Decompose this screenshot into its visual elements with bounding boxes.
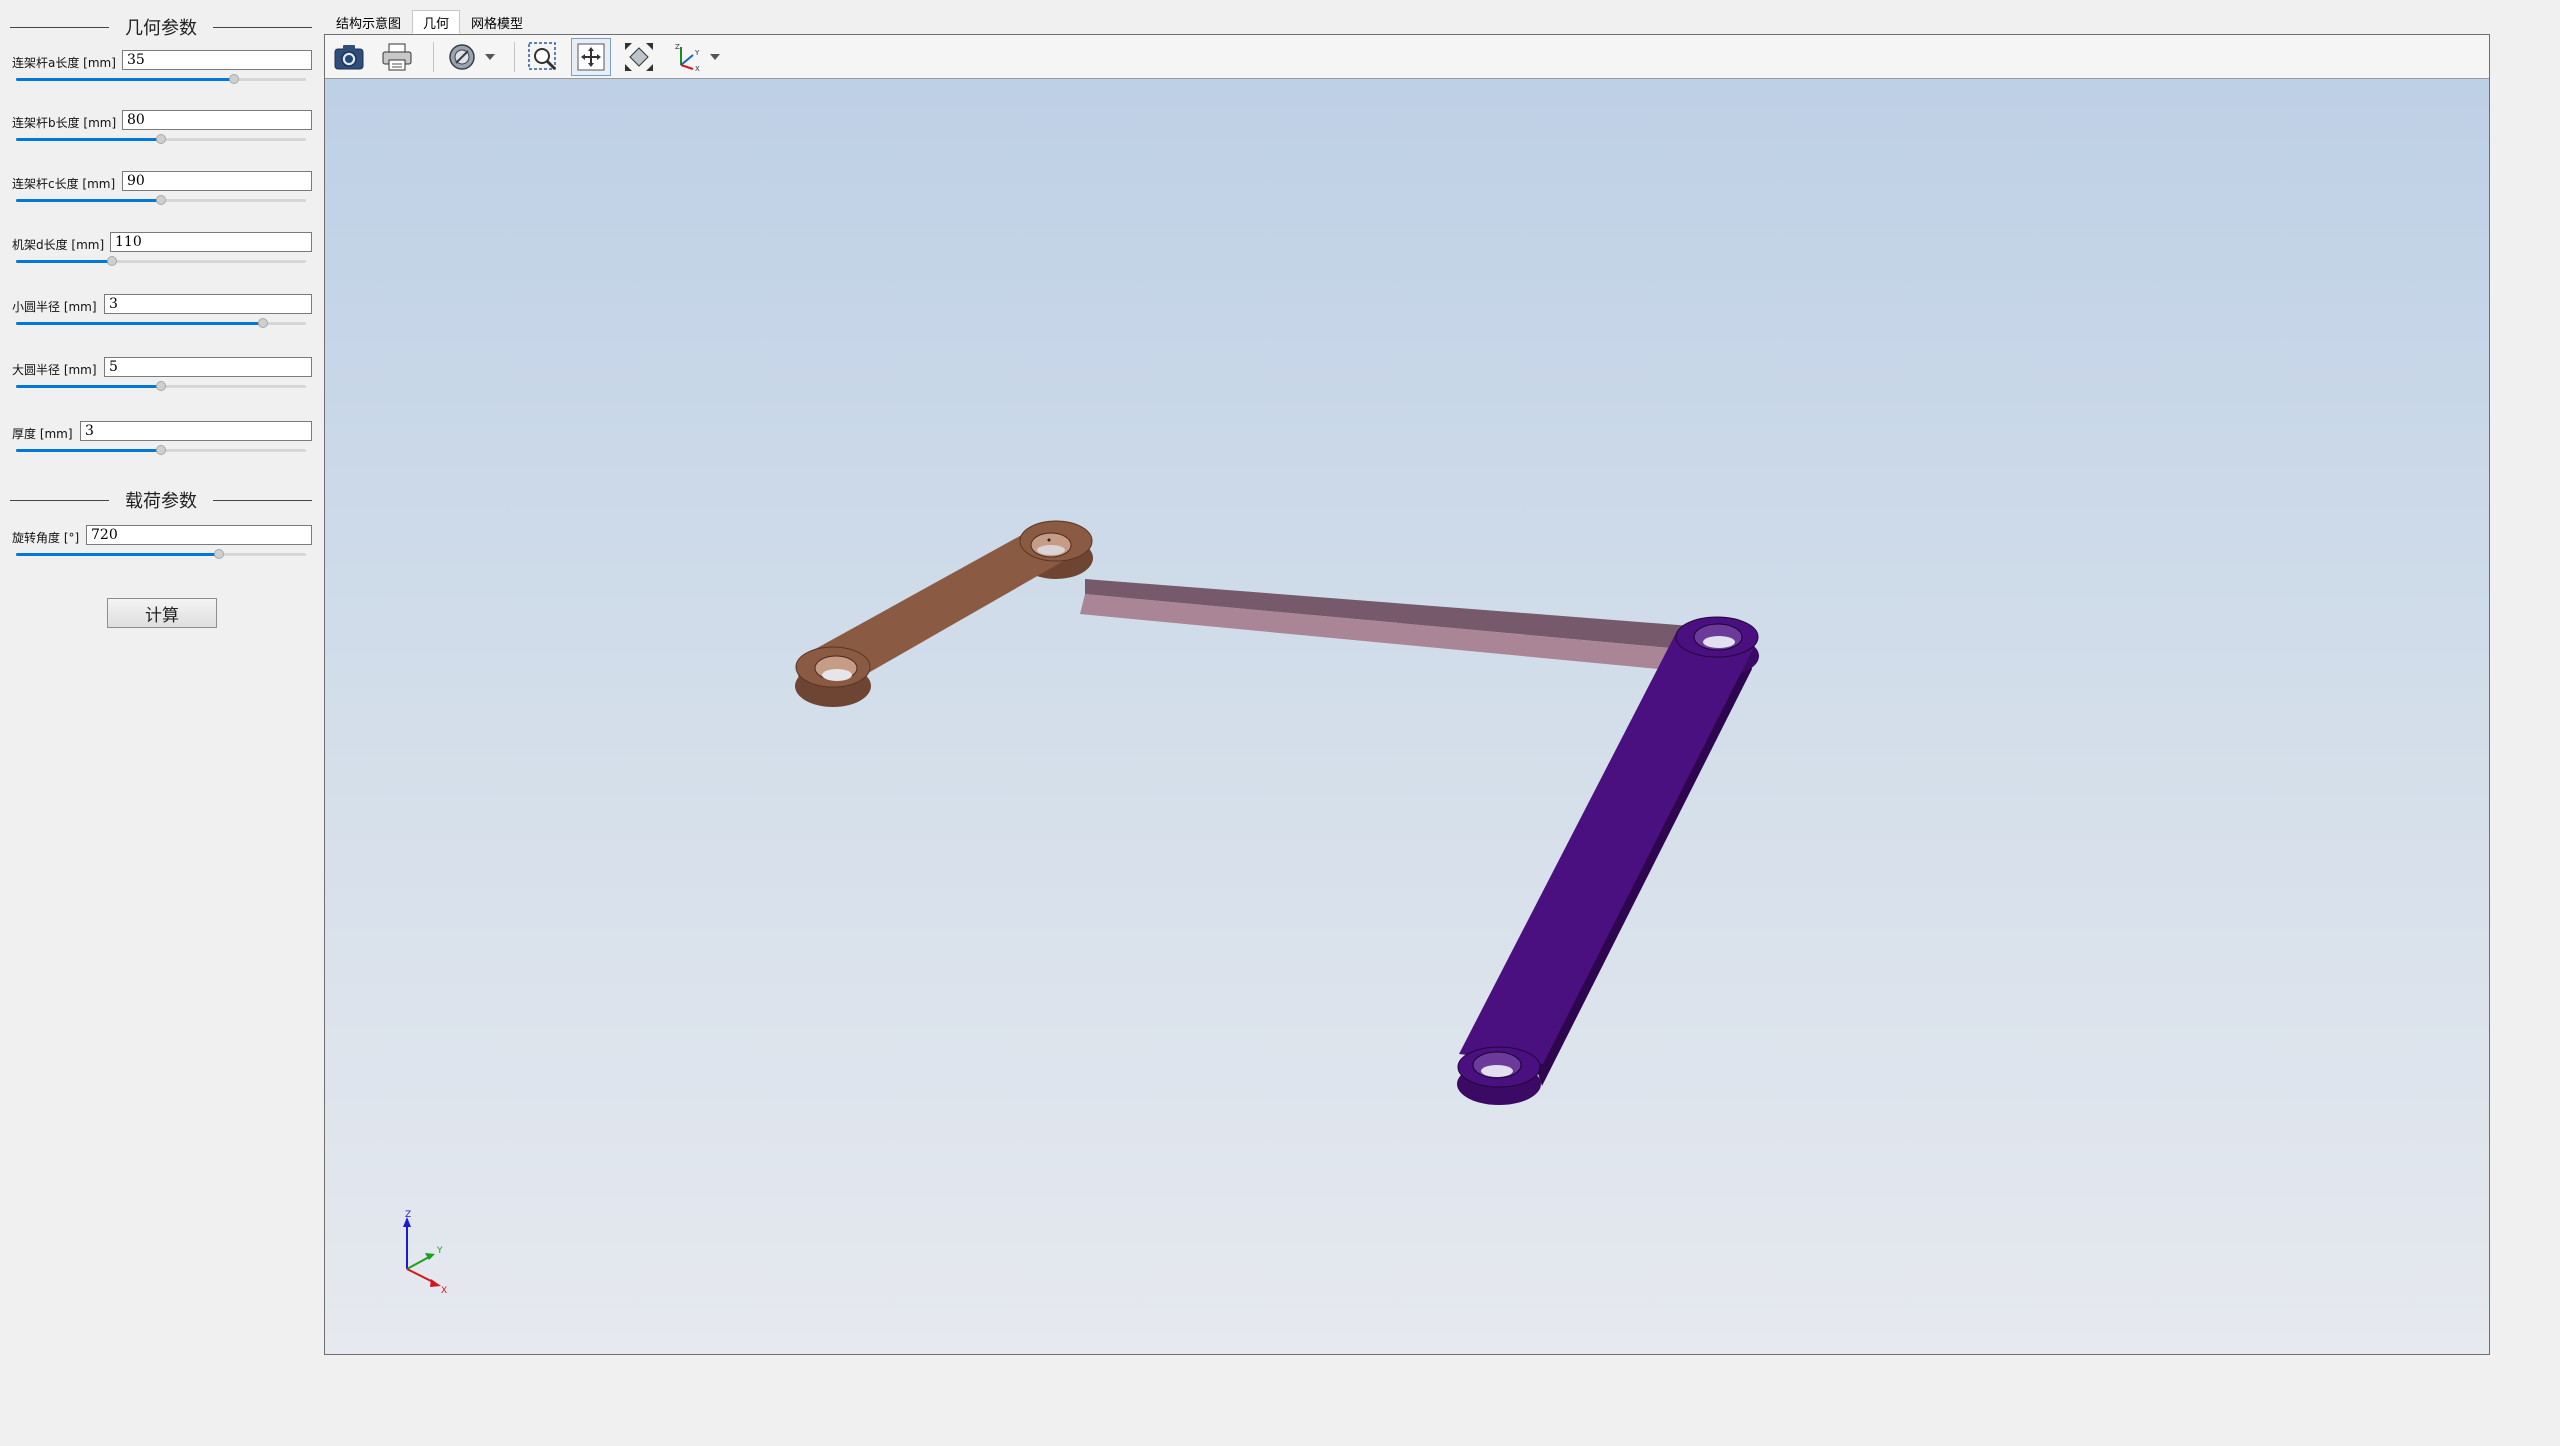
param-link-a: 连架杆a长度 [mm] 35 [10,48,312,88]
thickness-slider[interactable] [16,445,306,455]
axis-z-label: Z [675,43,680,51]
slider-fill [16,322,263,325]
display-mode-icon [449,43,475,70]
param-link-b: 连架杆b长度 [mm] 80 [10,108,312,148]
frame-d-length-input[interactable]: 110 [110,232,312,252]
param-label: 机架d长度 [mm] [12,238,105,252]
small-radius-slider[interactable] [16,318,306,328]
link-c-rocker [1457,616,1759,1105]
link-c-slider[interactable] [16,195,306,205]
slider-fill [16,138,161,141]
param-rotation-angle: 旋转角度 [°] 720 [10,523,312,563]
slider-fill [16,199,161,202]
link-a-length-input[interactable]: 35 [122,50,312,70]
slider-thumb[interactable] [156,134,166,144]
link-b-slider[interactable] [16,134,306,144]
param-label: 旋转角度 [°] [12,531,80,545]
param-label: 厚度 [mm] [12,427,73,441]
slider-thumb[interactable] [106,256,117,266]
zoom-window-icon [528,41,557,70]
param-label: 大圆半径 [mm] [12,363,97,377]
geometry-section-title: 几何参数 [125,18,197,39]
screenshot-button[interactable] [329,38,369,76]
display-mode-dropdown[interactable] [482,38,498,76]
param-frame-d: 机架d长度 [mm] 110 [10,230,312,270]
slider-thumb[interactable] [257,318,268,328]
link-b-length-input[interactable]: 80 [122,110,312,130]
rotation-angle-input[interactable]: 720 [86,525,312,545]
display-mode-button[interactable] [442,38,482,76]
large-radius-slider[interactable] [16,381,306,391]
param-link-c: 连架杆c长度 [mm] 90 [10,169,312,209]
geometry-viewer: Z Y X Z Y X [324,34,2490,1355]
print-icon [382,43,412,70]
param-label: 连架杆a长度 [mm] [12,56,116,70]
tab-structure-diagram[interactable]: 结构示意图 [325,10,413,34]
axis-x-label: X [695,65,700,73]
link-a-slider[interactable] [16,74,306,84]
tab-mesh-model[interactable]: 网格模型 [460,10,535,34]
frame-d-slider[interactable] [16,256,306,266]
toolbar-separator [433,41,434,72]
param-large-radius: 大圆半径 [mm] 5 [10,355,312,395]
pan-icon [577,43,605,70]
param-label: 连架杆c长度 [mm] [12,177,116,191]
small-radius-input[interactable]: 3 [104,294,312,314]
slider-thumb[interactable] [214,549,224,559]
slider-thumb[interactable] [156,445,166,455]
tab-geometry[interactable]: 几何 [412,10,461,34]
rotation-angle-slider[interactable] [16,549,306,559]
load-section-title: 载荷参数 [125,491,197,512]
chevron-down-icon [710,53,720,60]
large-radius-input[interactable]: 5 [104,357,312,377]
calculate-button[interactable]: 计算 [107,598,217,628]
triad-x-label: X [441,1286,447,1296]
slider-thumb[interactable] [156,381,166,391]
slider-fill [16,449,161,452]
link-a-crank [795,520,1093,707]
chevron-down-icon [485,53,495,60]
view-tabs: 结构示意图 几何 网格模型 [325,10,535,36]
pan-button[interactable] [571,37,611,76]
viewer-toolbar: Z Y X [325,35,2489,79]
3d-viewport[interactable]: Z Y X [325,79,2489,1354]
slider-thumb[interactable] [156,195,166,205]
thickness-input[interactable]: 3 [80,421,312,441]
zoom-window-button[interactable] [523,38,563,76]
slider-fill [16,385,161,388]
axes-view-dropdown[interactable] [707,38,723,76]
param-small-radius: 小圆半径 [mm] 3 [10,292,312,332]
triad-y-label: Y [436,1246,443,1256]
slider-thumb[interactable] [228,74,239,84]
print-button[interactable] [377,38,417,76]
link-b-coupler [1080,579,1709,679]
axes-view-button[interactable]: Z Y X [667,38,707,76]
param-label: 小圆半径 [mm] [12,300,97,314]
toolbar-separator [514,41,515,72]
axes-view-icon: Z Y X [675,43,700,73]
axis-triad-icon: Z Y X [403,1210,447,1296]
geometry-section-header: 几何参数 [10,12,312,42]
parameter-panel: 几何参数 连架杆a长度 [mm] 35 连架杆b长度 [mm] 80 连架杆c长… [0,0,320,1446]
load-section-header: 载荷参数 [10,485,312,515]
triad-z-label: Z [405,1210,411,1220]
camera-icon [334,44,364,69]
fit-all-icon [625,42,653,71]
slider-fill [16,260,112,263]
fit-all-button[interactable] [619,38,659,76]
param-label: 连架杆b长度 [mm] [12,116,117,130]
axis-y-label: Y [694,49,700,57]
four-bar-linkage-model [795,520,1759,1105]
param-thickness: 厚度 [mm] 3 [10,419,312,459]
slider-fill [16,78,234,81]
slider-fill [16,553,219,556]
link-c-length-input[interactable]: 90 [122,171,312,191]
